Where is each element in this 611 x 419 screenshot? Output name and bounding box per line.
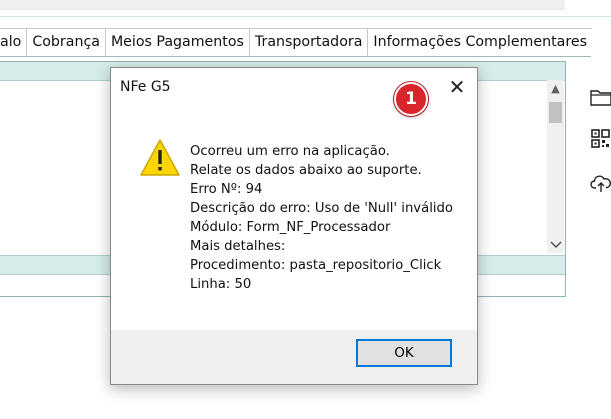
divider — [0, 16, 611, 17]
tab-transportadora[interactable]: Transportadora — [248, 28, 369, 56]
scroll-down-arrow-icon[interactable] — [547, 236, 564, 253]
tab-alo[interactable]: alo — [0, 28, 28, 56]
cloud-upload-icon[interactable] — [590, 172, 611, 194]
message-line: Mais detalhes: — [190, 239, 286, 254]
scroll-up-arrow-icon[interactable]: ▲ — [547, 80, 564, 97]
top-input-strip — [0, 0, 565, 10]
error-procedure: Procedimento: pasta_repositorio_Click — [190, 258, 442, 273]
error-description: Descrição do erro: Uso de 'Null' inválid… — [190, 201, 453, 216]
message-line: Ocorreu um erro na aplicação. — [190, 144, 390, 159]
error-line: Linha: 50 — [190, 277, 252, 292]
message-line: Relate os dados abaixo ao suporte. — [190, 163, 422, 178]
tab-informacoes-complementares[interactable]: Informações Complementares — [367, 28, 592, 56]
tab-bar: alo Cobrança Meios Pagamentos Transporta… — [0, 28, 592, 57]
folder-icon[interactable] — [590, 86, 611, 108]
dialog-title: NFe G5 — [120, 79, 171, 95]
annotation-badge: 1 — [394, 82, 428, 116]
barcode-icon[interactable] — [590, 128, 611, 150]
error-module: Módulo: Form_NF_Processador — [190, 220, 391, 235]
scroll-thumb[interactable] — [549, 102, 562, 123]
ok-button[interactable]: OK — [356, 339, 452, 367]
error-number: Erro Nº: 94 — [190, 182, 263, 197]
close-icon[interactable]: ✕ — [443, 74, 471, 102]
vertical-scrollbar[interactable]: ▲ — [547, 80, 564, 253]
warning-icon — [139, 138, 181, 178]
error-message: Ocorreu um erro na aplicação. Relate os … — [190, 142, 470, 294]
tab-meios-pagamentos[interactable]: Meios Pagamentos — [104, 28, 250, 56]
tab-cobranca[interactable]: Cobrança — [26, 28, 106, 56]
error-dialog: NFe G5 ✕ 1 Ocorreu um erro na aplicação.… — [110, 67, 478, 385]
